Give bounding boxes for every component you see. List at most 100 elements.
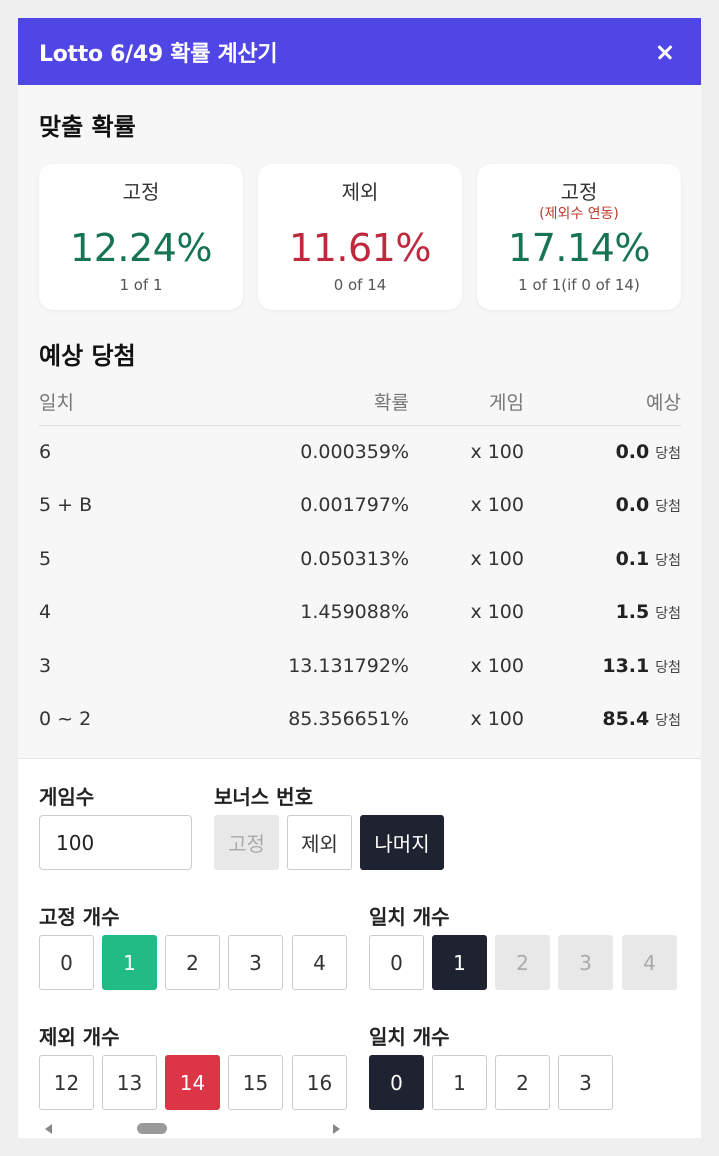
match-cell: 6 bbox=[39, 441, 52, 463]
games-cell: x 100 bbox=[470, 601, 524, 624]
expected-unit: 당첨 bbox=[655, 552, 681, 569]
bonus-fixed-button[interactable]: 고정 bbox=[214, 815, 279, 870]
linked-probability-card: 고정 (제외수 연동) 17.14% 1 of 1(if 0 of 14) bbox=[477, 164, 681, 310]
expected-value: 0.1 bbox=[615, 547, 650, 570]
column-header-games: 게임 bbox=[409, 379, 524, 426]
games-cell: x 100 bbox=[470, 654, 524, 677]
exclude-probability-card: 제외 11.61% 0 of 14 bbox=[258, 164, 462, 310]
expected-cell: 1.5 당첨 bbox=[524, 586, 681, 640]
table-row: 6 0.000359% x 100 0.0 당첨 bbox=[39, 425, 681, 479]
card-foot: 1 of 1 bbox=[119, 276, 163, 294]
scroll-right-icon[interactable] bbox=[333, 1124, 340, 1134]
card-value: 12.24% bbox=[70, 226, 212, 270]
close-icon[interactable] bbox=[651, 38, 679, 66]
games-cell: x 100 bbox=[470, 708, 524, 731]
column-header-probability: 확률 bbox=[179, 379, 409, 426]
match-count-3-button[interactable]: 3 bbox=[558, 935, 613, 990]
fixed-count-4-button[interactable]: 4 bbox=[292, 935, 347, 990]
fixed-probability-card: 고정 12.24% 1 of 1 bbox=[39, 164, 243, 310]
table-row: 3 13.131792% x 100 13.1 당첨 bbox=[39, 639, 681, 693]
expected-unit: 당첨 bbox=[655, 659, 681, 676]
column-header-match: 일치 bbox=[39, 379, 179, 426]
exclude-match-count-1-button[interactable]: 1 bbox=[432, 1055, 487, 1110]
exclude-count-16-button[interactable]: 16 bbox=[292, 1055, 347, 1110]
exclude-count-label: 제외 개수 bbox=[39, 1025, 120, 1049]
fixed-count-2-button[interactable]: 2 bbox=[165, 935, 220, 990]
bonus-exclude-button[interactable]: 제외 bbox=[287, 815, 352, 870]
card-foot: 0 of 14 bbox=[333, 276, 387, 294]
expected-wins-table: 일치 확률 게임 예상 6 0.000359% x 100 0.0 당첨 5 + B 0.0… bbox=[39, 379, 681, 746]
card-label: 고정 bbox=[122, 180, 160, 204]
match-count-4-button[interactable]: 4 bbox=[622, 935, 677, 990]
card-foot: 1 of 1(if 0 of 14) bbox=[518, 276, 640, 294]
exclude-match-count-3-button[interactable]: 3 bbox=[558, 1055, 613, 1110]
probability-cell: 0.001797% bbox=[300, 494, 409, 517]
match-cell: 0 ~ 2 bbox=[39, 708, 92, 731]
page-title: Lotto 6/49 확률 계산기 bbox=[39, 41, 278, 67]
match-count-label: 일치 개수 bbox=[369, 905, 450, 929]
fixed-count-3-button[interactable]: 3 bbox=[228, 935, 283, 990]
card-value: 17.14% bbox=[508, 226, 650, 270]
scrollbar-thumb[interactable] bbox=[137, 1123, 167, 1134]
probability-cell: 0.050313% bbox=[300, 547, 409, 570]
expected-unit: 당첨 bbox=[655, 606, 681, 623]
expected-cell: 0.0 당첨 bbox=[524, 425, 681, 479]
fixed-count-1-button[interactable]: 1 bbox=[102, 935, 157, 990]
exclude-count-12-button[interactable]: 12 bbox=[39, 1055, 94, 1110]
bonus-rest-button[interactable]: 나머지 bbox=[360, 815, 444, 870]
match-cell: 3 bbox=[39, 654, 52, 677]
card-sub: (제외수 연동) bbox=[539, 206, 619, 222]
card-label: 고정 bbox=[560, 180, 598, 204]
match-count-1-button[interactable]: 1 bbox=[432, 935, 487, 990]
bonus-label: 보너스 번호 bbox=[214, 785, 313, 809]
games-cell: x 100 bbox=[470, 494, 524, 517]
probability-cell: 13.131792% bbox=[288, 654, 409, 677]
expected-value: 1.5 bbox=[615, 601, 650, 624]
expected-value: 0.0 bbox=[615, 494, 650, 517]
probability-cell: 85.356651% bbox=[288, 708, 409, 731]
table-header-row: 일치 확률 게임 예상 bbox=[39, 379, 681, 426]
header-bar: Lotto 6/49 확률 계산기 bbox=[18, 18, 701, 85]
match-cell: 5 bbox=[39, 547, 52, 570]
games-label: 게임수 bbox=[39, 785, 95, 809]
expected-unit: 당첨 bbox=[655, 713, 681, 730]
horizontal-scrollbar[interactable] bbox=[18, 1119, 701, 1138]
exclude-match-count-0-button[interactable]: 0 bbox=[369, 1055, 424, 1110]
expected-cell: 85.4 당첨 bbox=[524, 693, 681, 747]
scroll-left-icon[interactable] bbox=[45, 1124, 52, 1134]
expected-value: 13.1 bbox=[602, 654, 650, 677]
exclude-count-15-button[interactable]: 15 bbox=[228, 1055, 283, 1110]
exclude-count-14-button[interactable]: 14 bbox=[165, 1055, 220, 1110]
exclude-count-13-button[interactable]: 13 bbox=[102, 1055, 157, 1110]
table-row: 0 ~ 2 85.356651% x 100 85.4 당첨 bbox=[39, 693, 681, 747]
fixed-count-0-button[interactable]: 0 bbox=[39, 935, 94, 990]
table-row: 5 0.050313% x 100 0.1 당첨 bbox=[39, 532, 681, 586]
table-body: 6 0.000359% x 100 0.0 당첨 5 + B 0.001797% x 100 0… bbox=[39, 425, 681, 746]
expected-value: 85.4 bbox=[602, 708, 650, 731]
probability-cards: 고정 12.24% 1 of 1 제외 11.61% 0 of 14 고정 (제… bbox=[18, 164, 701, 310]
card-value: 11.61% bbox=[289, 226, 431, 270]
card-label: 제외 bbox=[341, 180, 379, 204]
probability-section-title: 맞출 확률 bbox=[39, 113, 136, 141]
probability-cell: 0.000359% bbox=[300, 441, 409, 463]
match-count-2-button[interactable]: 2 bbox=[495, 935, 550, 990]
exclude-match-count-2-button[interactable]: 2 bbox=[495, 1055, 550, 1110]
table-row: 4 1.459088% x 100 1.5 당첨 bbox=[39, 586, 681, 640]
fixed-count-label: 고정 개수 bbox=[39, 905, 120, 929]
exclude-match-count-label: 일치 개수 bbox=[369, 1025, 450, 1049]
expected-unit: 당첨 bbox=[655, 499, 681, 516]
games-cell: x 100 bbox=[470, 441, 524, 463]
expected-cell: 0.0 당첨 bbox=[524, 479, 681, 533]
expected-cell: 0.1 당첨 bbox=[524, 532, 681, 586]
controls-area: 게임수 보너스 번호 고정 제외 나머지 고정 개수 일치 개수 0 1 2 3… bbox=[18, 758, 701, 1138]
calculator-panel: Lotto 6/49 확률 계산기 맞출 확률 고정 12.24% 1 of 1… bbox=[18, 18, 701, 1138]
expected-cell: 13.1 당첨 bbox=[524, 639, 681, 693]
expected-section-title: 예상 당첨 bbox=[39, 342, 136, 370]
expected-unit: 당첨 bbox=[655, 446, 681, 462]
probability-cell: 1.459088% bbox=[300, 601, 409, 624]
games-cell: x 100 bbox=[470, 547, 524, 570]
match-count-0-button[interactable]: 0 bbox=[369, 935, 424, 990]
expected-value: 0.0 bbox=[615, 441, 650, 463]
games-input[interactable] bbox=[39, 815, 192, 870]
column-header-expected: 예상 bbox=[524, 379, 681, 426]
